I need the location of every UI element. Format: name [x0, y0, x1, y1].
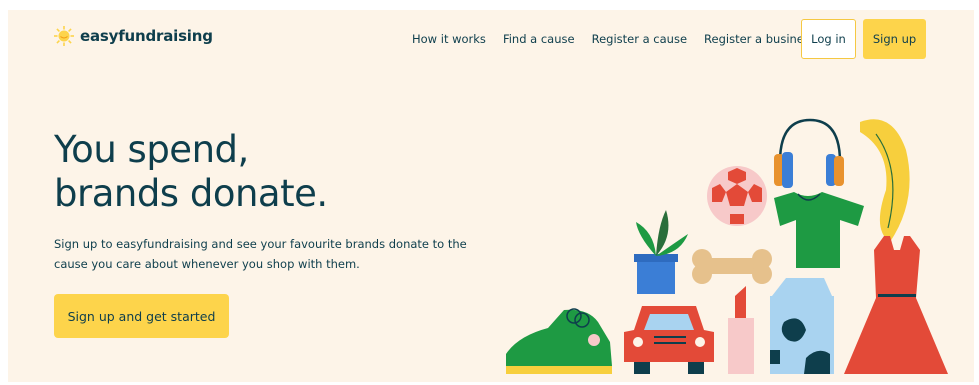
hero-title-line-1: You spend, [54, 128, 249, 171]
football-icon [707, 166, 767, 226]
hero-illustration [506, 118, 948, 374]
lipstick-icon [728, 286, 754, 374]
bone-icon [692, 249, 772, 284]
nav-links: How it works Find a cause Register a cau… [412, 32, 833, 46]
top-navigation: easyfundraising How it works Find a caus… [8, 10, 974, 68]
plant-icon [634, 210, 688, 294]
logo[interactable]: easyfundraising [54, 26, 213, 46]
hero-subtitle: Sign up to easyfundraising and see your … [54, 237, 467, 271]
nav-link-register-a-business[interactable]: Register a business [704, 32, 816, 46]
get-started-button[interactable]: Sign up and get started [54, 294, 229, 338]
nav-link-register-a-cause[interactable]: Register a cause [592, 32, 687, 46]
banana-icon [860, 119, 910, 242]
logo-text: easyfundraising [80, 27, 213, 45]
login-button[interactable]: Log in [801, 19, 856, 59]
hero-title-line-2: brands donate. [54, 172, 328, 215]
page-frame: easyfundraising How it works Find a caus… [8, 10, 974, 382]
dress-icon [844, 236, 948, 374]
sun-logo-icon [54, 26, 74, 46]
hero-title: You spend, brands donate. [54, 128, 328, 216]
car-icon [624, 306, 714, 374]
tshirt-icon [774, 192, 864, 268]
nav-link-find-a-cause[interactable]: Find a cause [503, 32, 575, 46]
headphones-icon [774, 118, 844, 188]
milk-carton-icon [770, 278, 834, 374]
signup-button[interactable]: Sign up [863, 19, 926, 59]
nav-link-how-it-works[interactable]: How it works [412, 32, 486, 46]
sneaker-icon [506, 308, 612, 374]
